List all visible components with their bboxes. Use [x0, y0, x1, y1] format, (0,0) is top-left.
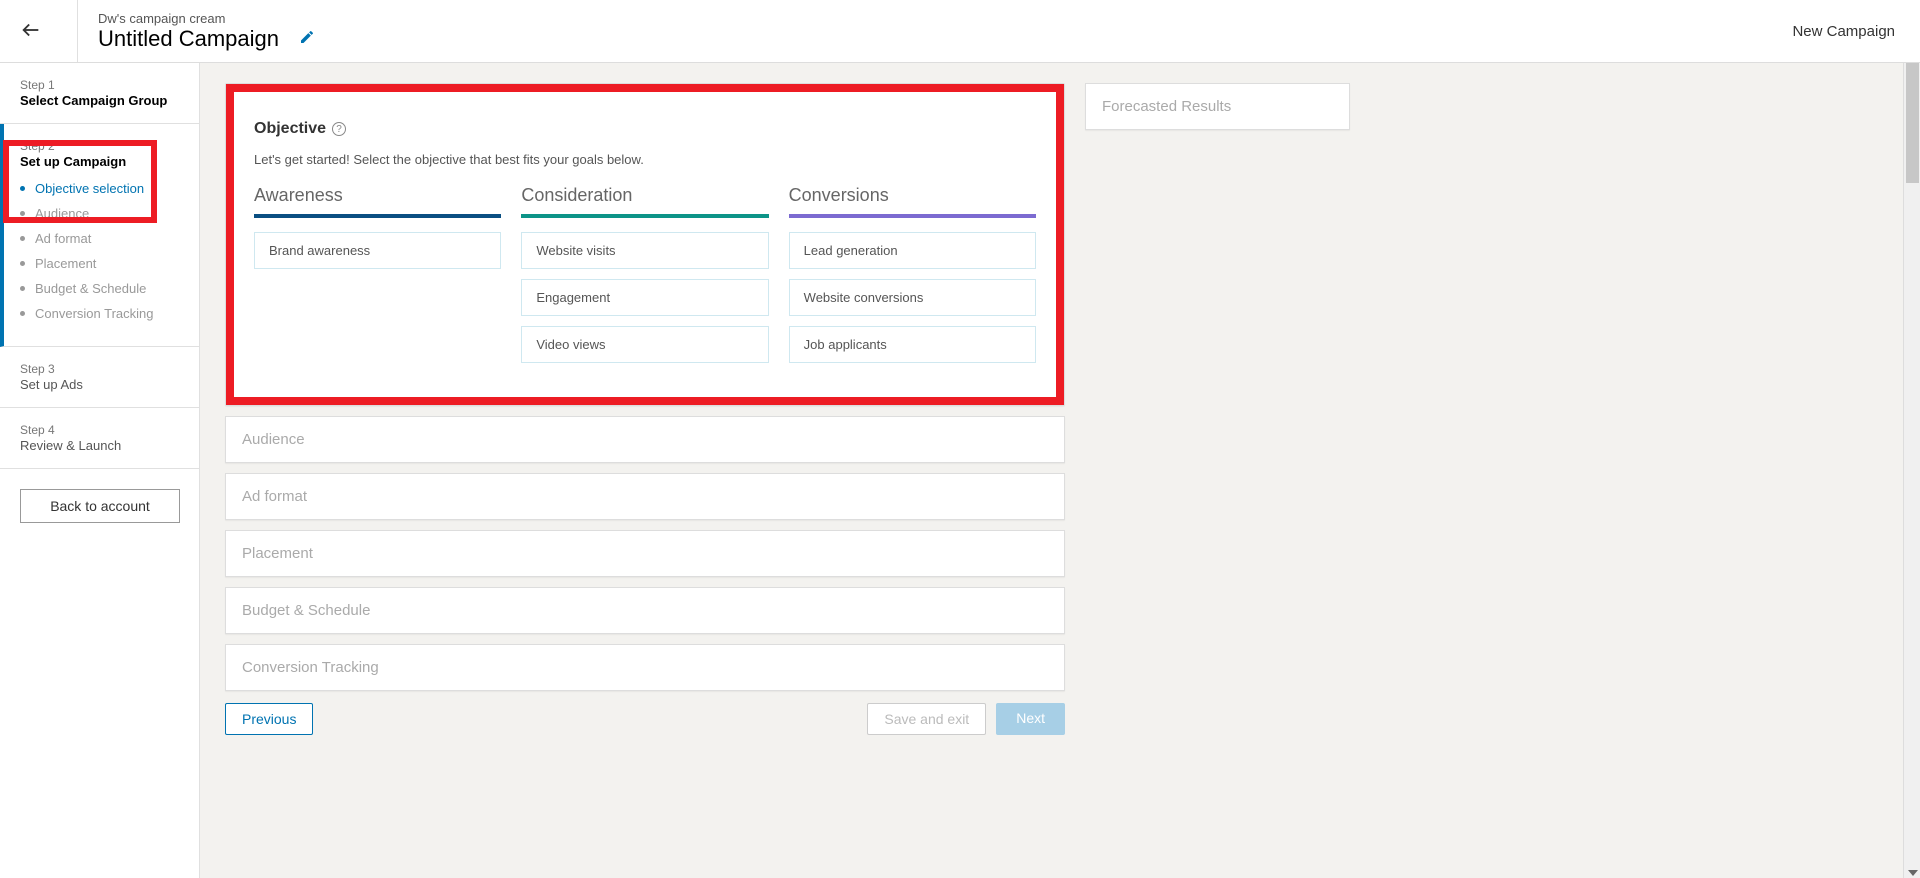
sidebar-item-label: Ad format	[35, 231, 91, 246]
bullet-icon	[20, 211, 25, 216]
edit-icon[interactable]	[299, 29, 315, 48]
back-to-account-button[interactable]: Back to account	[20, 489, 180, 523]
breadcrumb: Dw's campaign cream	[98, 11, 315, 26]
objective-column-consideration: Consideration Website visits Engagement …	[521, 185, 768, 373]
objective-option-website-visits[interactable]: Website visits	[521, 232, 768, 269]
column-title: Consideration	[521, 185, 768, 206]
title-block: Dw's campaign cream Untitled Campaign	[98, 11, 315, 52]
sidebar-item-label: Audience	[35, 206, 89, 221]
bullet-icon	[20, 186, 25, 191]
objective-option-video-views[interactable]: Video views	[521, 326, 768, 363]
sidebar-item-label: Placement	[35, 256, 96, 271]
objective-subtitle: Let's get started! Select the objective …	[254, 152, 1036, 167]
sidebar-step-4[interactable]: Step 4 Review & Launch	[0, 408, 199, 469]
sidebar-step-3[interactable]: Step 3 Set up Ads	[0, 347, 199, 408]
step-num: Step 3	[20, 362, 179, 376]
column-title: Awareness	[254, 185, 501, 206]
step-title: Select Campaign Group	[20, 93, 179, 108]
collapsed-placement[interactable]: Placement	[225, 530, 1065, 577]
sidebar-step-2[interactable]: Step 2 Set up Campaign Objective selecti…	[0, 124, 199, 347]
sidebar-step-1[interactable]: Step 1 Select Campaign Group	[0, 63, 199, 124]
sidebar-item-label: Budget & Schedule	[35, 281, 146, 296]
step-title: Review & Launch	[20, 438, 179, 453]
scrollbar-thumb[interactable]	[1906, 63, 1919, 183]
scroll-down-icon[interactable]	[1908, 870, 1918, 876]
forecasted-results-card[interactable]: Forecasted Results	[1085, 83, 1350, 130]
objective-option-lead-generation[interactable]: Lead generation	[789, 232, 1036, 269]
column-bar	[789, 214, 1036, 218]
sidebar-item-ad-format[interactable]: Ad format	[20, 231, 179, 246]
sidebar-item-placement[interactable]: Placement	[20, 256, 179, 271]
sidebar-item-label: Conversion Tracking	[35, 306, 154, 321]
column-bar	[521, 214, 768, 218]
step-num: Step 1	[20, 78, 179, 92]
sidebar-item-audience[interactable]: Audience	[20, 206, 179, 221]
objective-option-engagement[interactable]: Engagement	[521, 279, 768, 316]
collapsed-budget-schedule[interactable]: Budget & Schedule	[225, 587, 1065, 634]
scrollbar[interactable]	[1903, 63, 1920, 878]
help-icon[interactable]: ?	[332, 122, 346, 136]
header-divider	[77, 0, 78, 62]
header: Dw's campaign cream Untitled Campaign Ne…	[0, 0, 1920, 63]
sidebar: Step 1 Select Campaign Group Step 2 Set …	[0, 63, 200, 878]
save-exit-button[interactable]: Save and exit	[867, 703, 986, 735]
objective-option-job-applicants[interactable]: Job applicants	[789, 326, 1036, 363]
step-title: Set up Ads	[20, 377, 179, 392]
objective-title: Objective	[254, 120, 326, 138]
objective-column-awareness: Awareness Brand awareness	[254, 185, 501, 373]
step-title: Set up Campaign	[20, 154, 179, 169]
column-title: Conversions	[789, 185, 1036, 206]
campaign-title: Untitled Campaign	[98, 26, 279, 52]
objective-option-website-conversions[interactable]: Website conversions	[789, 279, 1036, 316]
objective-column-conversions: Conversions Lead generation Website conv…	[789, 185, 1036, 373]
footer-buttons: Previous Save and exit Next	[225, 703, 1065, 735]
sidebar-item-objective-selection[interactable]: Objective selection	[20, 181, 179, 196]
previous-button[interactable]: Previous	[225, 703, 313, 735]
objective-option-brand-awareness[interactable]: Brand awareness	[254, 232, 501, 269]
step2-sublist: Objective selection Audience Ad format P…	[20, 181, 179, 321]
objective-card: Objective ? Let's get started! Select th…	[225, 83, 1065, 406]
collapsed-audience[interactable]: Audience	[225, 416, 1065, 463]
collapsed-ad-format[interactable]: Ad format	[225, 473, 1065, 520]
next-button[interactable]: Next	[996, 703, 1065, 735]
back-arrow-icon[interactable]	[20, 19, 42, 44]
bullet-icon	[20, 311, 25, 316]
step-num: Step 4	[20, 423, 179, 437]
main-content: Objective ? Let's get started! Select th…	[200, 63, 1920, 878]
step-num: Step 2	[20, 139, 179, 153]
sidebar-item-budget-schedule[interactable]: Budget & Schedule	[20, 281, 179, 296]
sidebar-item-conversion-tracking[interactable]: Conversion Tracking	[20, 306, 179, 321]
bullet-icon	[20, 236, 25, 241]
sidebar-item-label: Objective selection	[35, 181, 144, 196]
header-right-label: New Campaign	[1792, 23, 1895, 40]
bullet-icon	[20, 261, 25, 266]
bullet-icon	[20, 286, 25, 291]
collapsed-conversion-tracking[interactable]: Conversion Tracking	[225, 644, 1065, 691]
column-bar	[254, 214, 501, 218]
